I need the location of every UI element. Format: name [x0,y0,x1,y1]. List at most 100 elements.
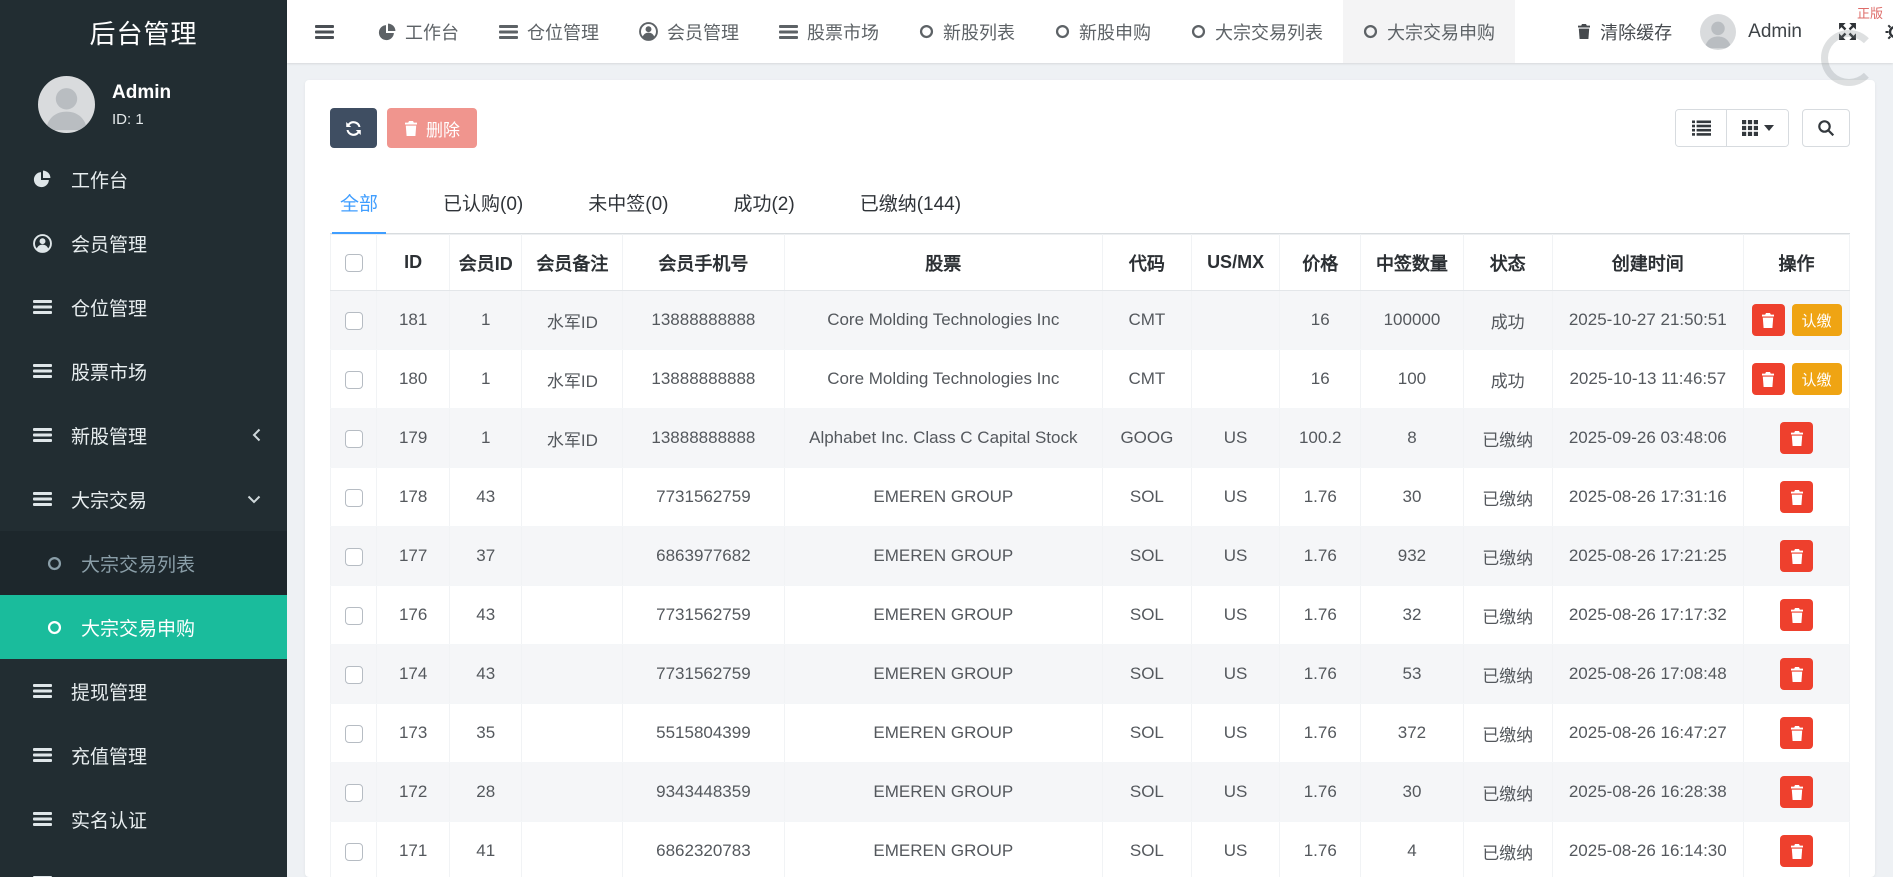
delete-row-button[interactable] [1780,717,1814,749]
navbar-avatar[interactable] [1700,13,1737,50]
topnav-item[interactable]: 大宗交易列表 [1171,0,1343,63]
code-cell: SOL [1102,644,1192,704]
delete-row-button[interactable] [1780,481,1814,513]
grid-view-button[interactable] [1726,110,1788,146]
id-cell: 174 [376,644,450,704]
delete-row-button[interactable] [1751,304,1785,336]
chevron-down-icon [247,495,261,504]
list-view-button[interactable] [1676,110,1726,146]
filter-tab[interactable]: 未中签(0) [580,174,676,233]
stock-cell: EMEREN GROUP [784,467,1104,527]
topnav-item-label: 新股申购 [1079,22,1151,43]
refresh-button[interactable] [330,108,377,148]
table-row: 181 1 水军ID 13888888888 Core Molding Technolo… [329,290,1850,350]
delete-row-button[interactable] [1780,658,1814,690]
table-row: 173 35 5515804399 EMEREN GROUP SOL US 1.76 372 已… [329,703,1850,763]
row-checkbox[interactable] [344,370,363,389]
topnav-item[interactable]: 会员管理 [619,0,759,63]
sidebar-subitem[interactable]: 大宗交易申购 [0,595,287,659]
qty-cell: 4 [1360,821,1464,877]
hamburger-menu-icon[interactable] [315,24,334,40]
fullscreen-icon[interactable] [1838,22,1857,41]
delete-row-button[interactable] [1780,599,1814,631]
topnav-item[interactable]: 新股列表 [899,0,1035,63]
topnav-item-label: 新股列表 [943,22,1015,43]
delete-row-button[interactable] [1780,835,1814,867]
row-checkbox[interactable] [344,665,363,684]
remark-cell [521,821,624,877]
row-checkbox[interactable] [344,783,363,802]
row-checkbox[interactable] [344,547,363,566]
row-checkbox[interactable] [344,311,363,330]
qty-cell: 100000 [1360,290,1464,350]
app-title: 后台管理 [89,18,198,49]
chevron-left-icon [252,428,261,442]
search-button[interactable] [1802,109,1850,147]
topnav-item[interactable]: 仓位管理 [479,0,619,63]
sidebar-item[interactable]: 仓位管理 [0,275,287,339]
user-icon [639,22,658,41]
topnav-item-label: 工作台 [405,22,459,43]
topnav-item[interactable]: 大宗交易申购 [1343,0,1515,63]
sidebar-item[interactable]: 提现管理 [0,659,287,723]
table-head: ID 会员ID 会员备注 会员手机号 股票 代码 US/MX 价格 中签数量 状态 创建时间 操作 [329,234,1850,291]
delete-row-button[interactable] [1780,422,1814,454]
table-row: 179 1 水军ID 13888888888 Alphabet Inc. Class C… [329,408,1850,468]
confirm-payment-button[interactable]: 认缴 [1791,363,1842,395]
sidebar-item[interactable]: 实名认证 [0,787,287,851]
top-navbar: 工作台 仓位管理 会员管理 股票市场 新股列表 新股申购 大宗交易列表 大宗交易申购 清除缓存… [287,0,1893,63]
sidebar-item[interactable]: 会员管理 [0,211,287,275]
table-row: 174 43 7731562759 EMEREN GROUP SOL US 1.76 53 已缴… [329,644,1850,704]
topnav-item-label: 大宗交易列表 [1215,22,1323,43]
sidebar-item[interactable]: 充值管理 [0,723,287,787]
phone-cell: 6862320783 [622,821,785,877]
table-row: 176 43 7731562759 EMEREN GROUP SOL US 1.76 32 已缴… [329,585,1850,645]
member-id-cell: 1 [449,349,523,409]
clear-cache-button[interactable]: 清除缓存 [1577,19,1672,45]
view-toggle-group [1675,109,1789,147]
navbar-right: 清除缓存 Admin [1577,13,1893,50]
user-icon [30,233,54,253]
checkbox-cell [329,526,378,586]
code-cell: SOL [1102,762,1192,822]
delete-row-button[interactable] [1780,776,1814,808]
confirm-payment-button[interactable]: 认缴 [1791,304,1842,336]
id-cell: 179 [376,408,450,468]
main-area: 工作台 仓位管理 会员管理 股票市场 新股列表 新股申购 大宗交易列表 大宗交易申购 清除缓存… [287,0,1893,877]
topnav-item[interactable]: 新股申购 [1035,0,1171,63]
row-checkbox[interactable] [344,429,363,448]
member-id-cell: 43 [449,467,523,527]
delete-row-button[interactable] [1780,540,1814,572]
actions-cell: 认缴 [1743,349,1850,409]
topnav-item[interactable]: 股票市场 [759,0,899,63]
select-all-checkbox[interactable] [344,254,363,273]
navbar-username[interactable]: Admin [1748,21,1802,43]
actions-cell [1743,585,1850,645]
row-checkbox[interactable] [344,488,363,507]
row-checkbox[interactable] [344,724,363,743]
column-header: 代码 [1102,234,1192,291]
topnav-item[interactable]: 工作台 [358,0,479,63]
row-checkbox[interactable] [344,606,363,625]
filter-tab[interactable]: 全部 [332,174,387,234]
sidebar-item[interactable]: 大宗交易 [0,467,287,531]
filter-tab[interactable]: 成功(2) [725,174,802,233]
sidebar-item[interactable] [0,851,287,877]
status-cell: 已缴纳 [1463,762,1553,822]
sidebar-item[interactable]: 新股管理 [0,403,287,467]
phone-cell: 13888888888 [622,349,785,409]
select-all-header [329,234,378,291]
sidebar-item[interactable]: 股票市场 [0,339,287,403]
bulk-delete-button[interactable]: 删除 [387,108,477,148]
circle-icon [44,556,64,571]
settings-gear-icon[interactable] [1885,22,1893,42]
sidebar-item[interactable]: 工作台 [0,147,287,211]
row-actions: 认缴 [1745,363,1848,395]
row-actions [1745,599,1848,631]
filter-tab[interactable]: 已认购(0) [435,174,531,233]
sidebar-subitem[interactable]: 大宗交易列表 [0,531,287,595]
row-checkbox[interactable] [344,842,363,861]
phone-cell: 13888888888 [622,408,785,468]
filter-tab[interactable]: 已缴纳(144) [852,174,969,233]
delete-row-button[interactable] [1751,363,1785,395]
